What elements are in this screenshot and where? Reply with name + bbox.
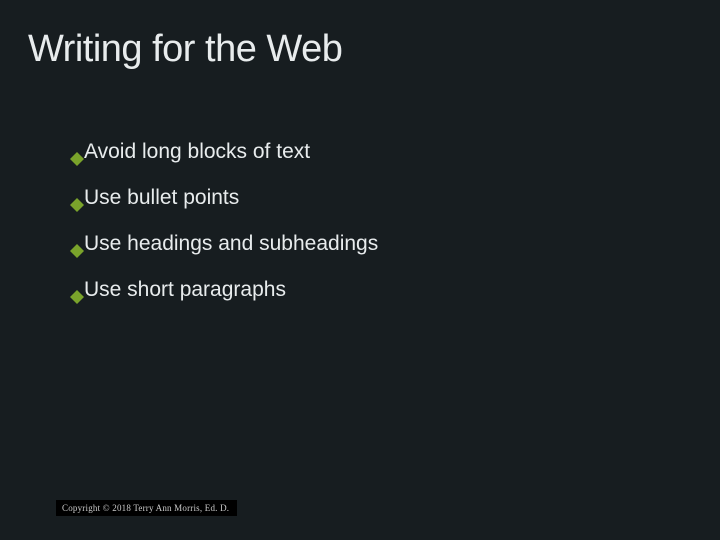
copyright-footer: Copyright © 2018 Terry Ann Morris, Ed. D…: [56, 500, 237, 516]
list-item: Avoid long blocks of text: [72, 140, 378, 164]
bullet-text: Use headings and subheadings: [84, 232, 378, 256]
list-item: Use headings and subheadings: [72, 232, 378, 256]
bullet-text: Avoid long blocks of text: [84, 140, 310, 164]
list-item: Use bullet points: [72, 186, 378, 210]
bullet-text: Use bullet points: [84, 186, 239, 210]
list-item: Use short paragraphs: [72, 278, 378, 302]
bullet-list: Avoid long blocks of text Use bullet poi…: [72, 140, 378, 324]
bullet-text: Use short paragraphs: [84, 278, 286, 302]
slide: Writing for the Web Avoid long blocks of…: [0, 0, 720, 540]
slide-title: Writing for the Web: [28, 28, 342, 71]
